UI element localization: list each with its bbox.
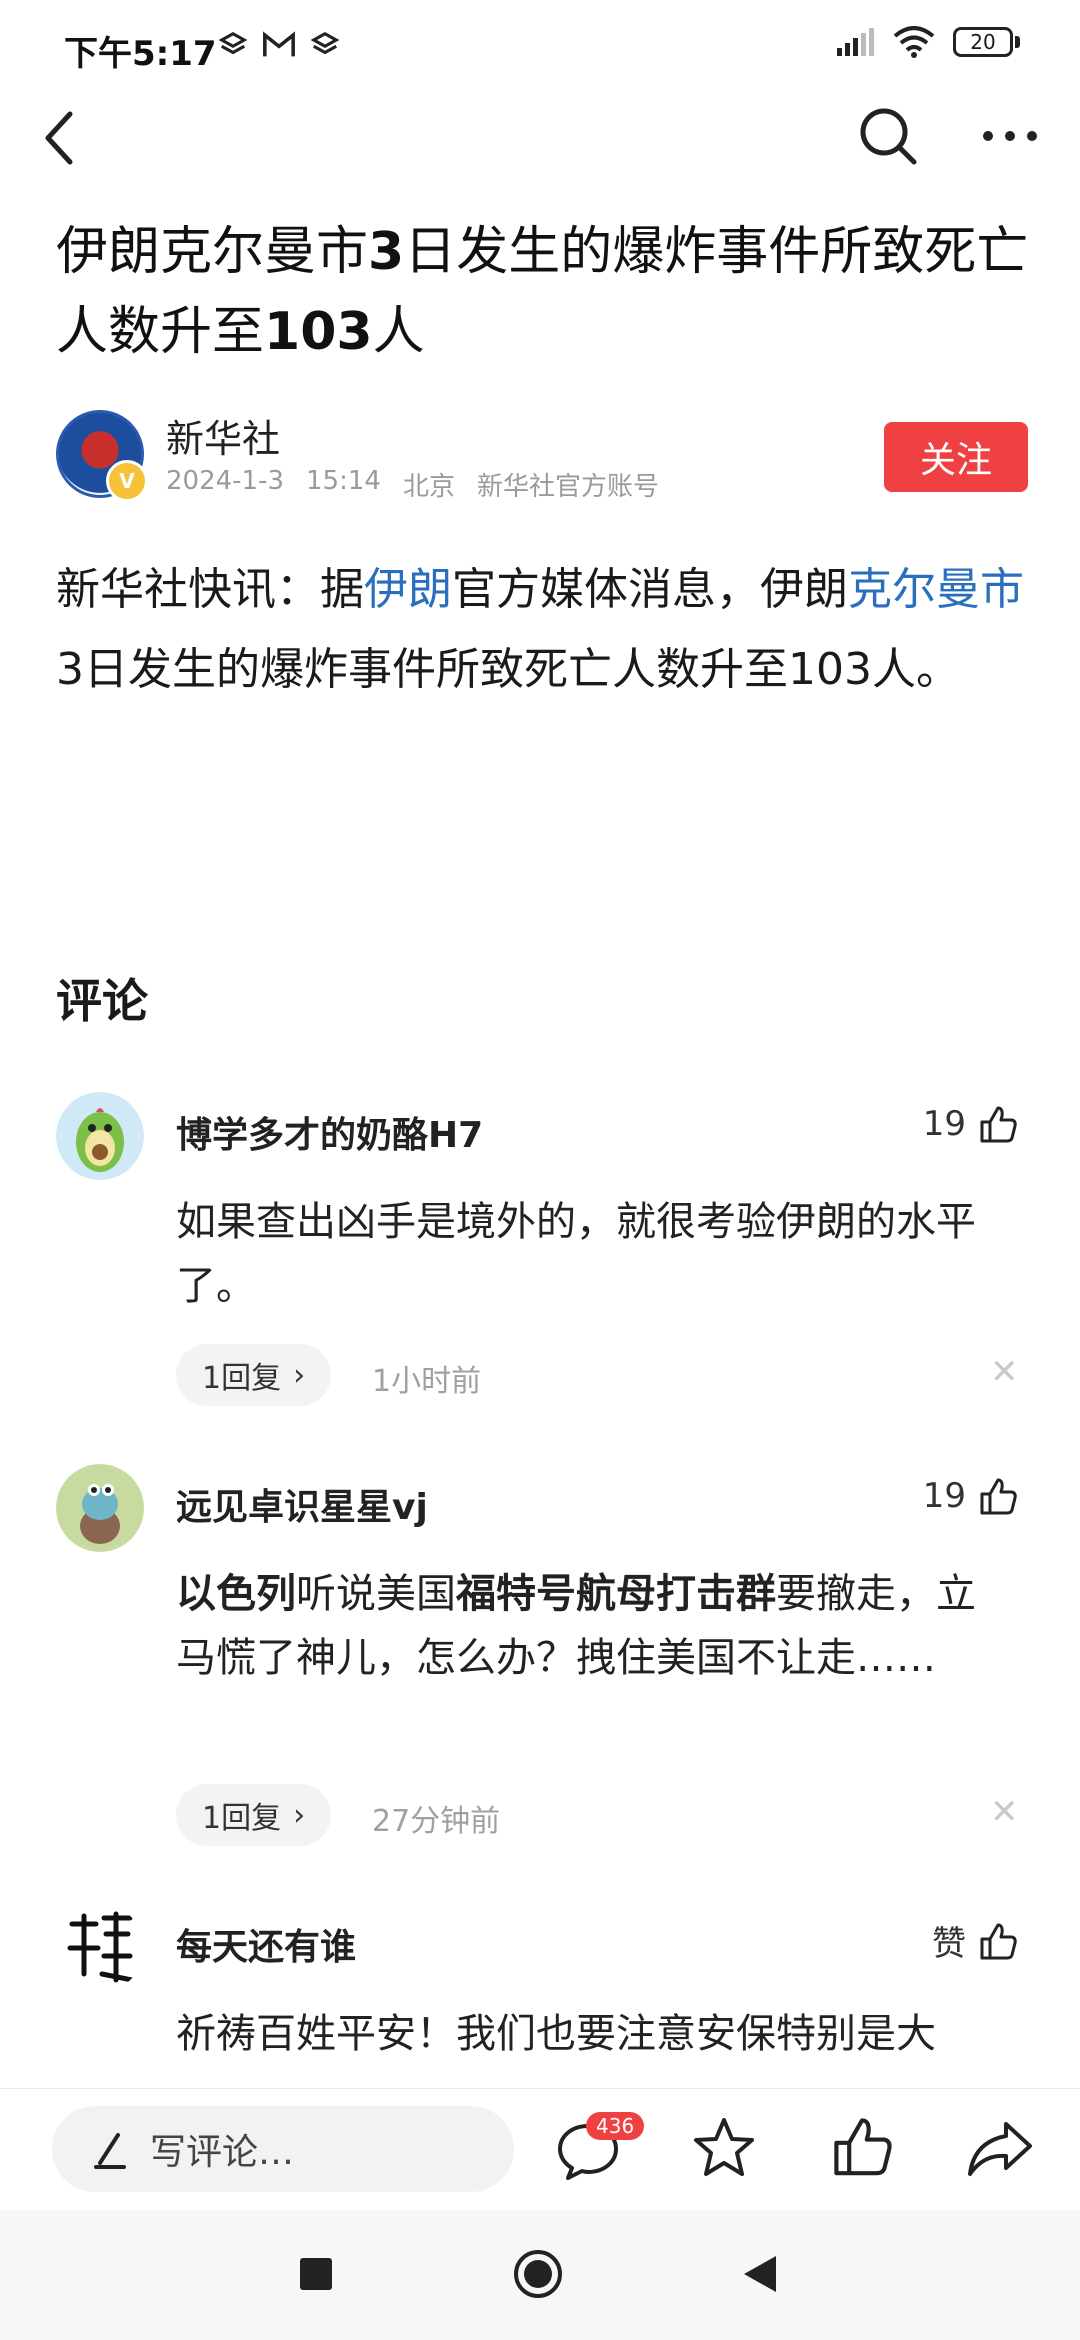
title-part: 103 (264, 302, 373, 362)
thumbs-up-icon (980, 1478, 1017, 1515)
home-icon[interactable] (512, 2248, 564, 2300)
comment-text: 以色列听说美国福特号航母打击群要撤走，立马慌了神儿，怎么办？拽住美国不让走…… (176, 1562, 1006, 1690)
body-text: 新华社快讯：据 (56, 564, 364, 615)
status-right: 20 (835, 26, 1020, 58)
share-icon[interactable] (966, 2118, 1034, 2178)
like-count: 19 (922, 1104, 966, 1144)
verified-badge-icon: V (106, 460, 148, 502)
publish-date: 2024-1-3 (166, 466, 285, 496)
layers-icon (310, 31, 340, 55)
comment-placeholder: 写评论… (150, 2132, 295, 2173)
star-icon[interactable] (692, 2116, 756, 2180)
chevron-right-icon: › (293, 1797, 306, 1833)
comment-like[interactable]: 19 (923, 1476, 1018, 1516)
comment-username[interactable]: 远见卓识星星vj (176, 1478, 428, 1530)
calligraphy-avatar[interactable] (56, 1904, 144, 1992)
reply-count: 1回复 (202, 1361, 282, 1396)
account-type: 新华社官方账号 (476, 472, 659, 502)
comment-input[interactable]: 写评论… (52, 2106, 514, 2192)
body-text: 3日发生的爆炸事件所致死亡人数升至103人。 (56, 644, 960, 695)
wifi-icon (893, 26, 935, 58)
comment-highlight: 福特号航母打击群 (456, 1571, 776, 1617)
comment-count-badge: 436 (586, 2112, 645, 2140)
more-icon[interactable] (980, 128, 1040, 144)
status-app-icons (218, 30, 340, 60)
bird-avatar[interactable] (56, 1464, 144, 1552)
gmail-icon (263, 31, 295, 57)
reply-button[interactable]: 1回复 › (176, 1784, 332, 1846)
article-title: 伊朗克尔曼市3日发生的爆炸事件所致死亡人数升至103人 (56, 212, 1036, 372)
comment-item (56, 1092, 144, 1184)
like-count: 19 (922, 1476, 966, 1516)
comment-text: 如果查出凶手是境外的，就很考验伊朗的水平了。 (176, 1199, 976, 1309)
battery-level: 20 (970, 30, 996, 54)
status-time: 下午5:17 (64, 34, 217, 74)
comment-text-part: 听说美国 (296, 1571, 456, 1617)
title-part: 人 (372, 302, 425, 362)
reply-count: 1回复 (202, 1801, 282, 1836)
topic-link[interactable]: 克尔曼市 (848, 564, 1024, 615)
publish-location: 北京 (402, 472, 455, 502)
title-part: 伊朗克尔曼市 (56, 222, 369, 282)
recents-icon[interactable] (300, 2258, 332, 2290)
close-icon[interactable]: ✕ (990, 1792, 1019, 1832)
thumbs-up-icon[interactable] (830, 2114, 894, 2178)
signal-icon (837, 28, 874, 56)
author-meta: 2024-1-3 15:14 北京 新华社官方账号 (166, 466, 659, 503)
comments-heading: 评论 (56, 974, 148, 1028)
article-body: 新华社快讯：据伊朗官方媒体消息，伊朗克尔曼市 3日发生的爆炸事件所致死亡人数升至1… (56, 550, 1036, 710)
title-part: 3 (368, 222, 405, 282)
comment-username[interactable]: 博学多才的奶酪H7 (176, 1106, 483, 1158)
back-icon[interactable] (740, 2254, 780, 2294)
reply-button[interactable]: 1回复 › (176, 1344, 332, 1406)
close-icon[interactable]: ✕ (990, 1352, 1019, 1392)
author-name[interactable]: 新华社 (166, 408, 280, 463)
battery-icon: 20 (953, 27, 1013, 57)
thumbs-up-icon (980, 1923, 1017, 1959)
search-icon[interactable] (858, 104, 918, 168)
comment-username[interactable]: 每天还有谁 (176, 1918, 356, 1970)
follow-button[interactable]: 关注 (884, 422, 1028, 492)
body-text: 官方媒体消息，伊朗 (452, 564, 848, 615)
like-label: 赞 (932, 1924, 966, 1964)
layers-icon (218, 31, 248, 55)
thumbs-up-icon (980, 1106, 1017, 1143)
comment-highlight: 以色列 (176, 1571, 296, 1617)
pen-icon (94, 2133, 126, 2169)
comment-time: 1小时前 (372, 1364, 482, 1399)
comment-like[interactable]: 赞 (932, 1916, 1018, 1965)
comment-like[interactable]: 19 (923, 1104, 1018, 1144)
publish-time: 15:14 (306, 466, 381, 496)
chevron-left-icon[interactable] (40, 108, 80, 168)
battery-tip (1015, 36, 1020, 48)
avocado-avatar[interactable] (56, 1092, 144, 1180)
chevron-right-icon: › (293, 1357, 306, 1393)
comment-text: 祈祷百姓平安！我们也要注意安保特别是大 (176, 2011, 936, 2057)
comment-time: 27分钟前 (372, 1804, 501, 1839)
topic-link[interactable]: 伊朗 (364, 564, 452, 615)
